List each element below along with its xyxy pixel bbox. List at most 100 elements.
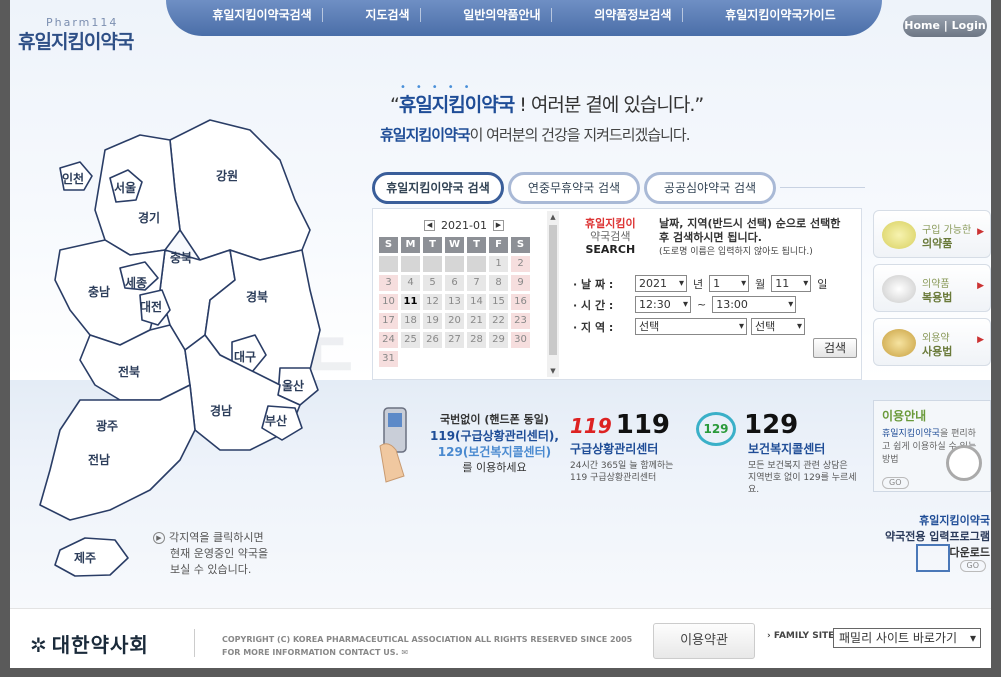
calendar-day[interactable]: 28 [467, 332, 486, 348]
mail-icon[interactable]: ✉ [401, 648, 408, 657]
calendar-month: 2021-01 [441, 218, 487, 232]
magnifier-icon [946, 445, 982, 481]
calendar-day[interactable]: 5 [423, 275, 442, 291]
calendar-day[interactable]: 31 [379, 351, 398, 367]
label-chungnam: 충남 [88, 284, 110, 299]
family-site-select[interactable]: 패밀리 사이트 바로가기 [833, 628, 981, 648]
label-busan: 부산 [265, 413, 287, 428]
slogan-line1: “휴일지킴이약국 ! 여러분 곁에 있습니다.” [390, 94, 704, 116]
label-sejong: 세종 [125, 275, 147, 290]
calendar-day[interactable]: 22 [489, 313, 508, 329]
calendar-day[interactable]: 20 [445, 313, 464, 329]
time-from-select[interactable]: 12:30 [635, 296, 691, 313]
home-login-button[interactable]: Home | Login [903, 15, 987, 37]
calendar-day[interactable]: 11 [401, 294, 420, 310]
next-month-icon[interactable]: ▶ [492, 219, 504, 231]
copyright: COPYRIGHT (C) KOREA PHARMACEUTICAL ASSOC… [222, 635, 633, 657]
tab-holiday-search[interactable]: 휴일지킴이약국 검색 [372, 172, 504, 204]
calendar-day[interactable]: 17 [379, 313, 398, 329]
region-gangwon[interactable] [169, 119, 311, 261]
time-to-select[interactable]: 13:00 [712, 296, 797, 313]
scroll-up-icon[interactable]: ▲ [547, 211, 559, 223]
site-logo[interactable]: Pharm114 휴일지킴이약국 [18, 16, 134, 54]
nav-general-drugs[interactable]: 일반의약품안내 [453, 8, 552, 22]
region2-select[interactable]: 선택 [751, 318, 805, 335]
top-nav: 휴일지킴이약국검색 지도검색 일반의약품안내 의약품정보검색 휴일지킴이약국가이… [166, 0, 882, 36]
calendar-weekday: W [445, 237, 464, 253]
nav-guide[interactable]: 휴일지킴이약국가이드 [715, 8, 845, 22]
calendar-scrollbar[interactable]: ▲ ▼ [547, 211, 559, 377]
side-dosage[interactable]: 의약품 복용법 ▶ [873, 264, 991, 312]
calendar-empty-cell [379, 256, 398, 272]
nav-drug-info[interactable]: 의약품정보검색 [584, 8, 683, 22]
calendar-day[interactable]: 14 [467, 294, 486, 310]
program-go-button[interactable]: GO [959, 560, 986, 572]
scroll-down-icon[interactable]: ▼ [547, 365, 559, 377]
phone-hand-icon [379, 407, 407, 483]
date-row: · 날 짜 : 2021 년 1 월 11 일 [573, 275, 833, 292]
region1-select[interactable]: 선택 [635, 318, 747, 335]
calendar-weekday: T [423, 237, 442, 253]
tab-night-search[interactable]: 공공심야약국 검색 [644, 172, 776, 204]
label-jeonbuk: 전북 [118, 364, 140, 379]
calendar-grid: S M T W T F S 1 2 3 4 5 6 7 8 9 10 11 12 13 14 15 16 17 18 19 20 21… [379, 237, 549, 367]
calendar-day[interactable]: 10 [379, 294, 398, 310]
download-icon [916, 544, 950, 572]
year-select[interactable]: 2021 [635, 275, 687, 292]
calendar-day[interactable]: 30 [511, 332, 530, 348]
calendar-day[interactable]: 3 [379, 275, 398, 291]
calendar-day[interactable]: 26 [423, 332, 442, 348]
prev-month-icon[interactable]: ◀ [424, 219, 436, 231]
family-site-label: › FAMILY SITE [767, 631, 835, 641]
calendar-day[interactable]: 12 [423, 294, 442, 310]
calendar-day[interactable]: 19 [423, 313, 442, 329]
tab-allyear-search[interactable]: 연중무휴약국 검색 [508, 172, 640, 204]
calendar-day[interactable]: 21 [467, 313, 486, 329]
terms-button[interactable]: 이용약관 [653, 623, 755, 659]
month-select[interactable]: 1 [709, 275, 750, 292]
calendar-header: ◀ 2021-01 ▶ [379, 217, 549, 233]
side-purchasable-drugs[interactable]: 구입 가능한 의약품 ▶ [873, 210, 991, 258]
kpa-logo[interactable]: ✲ 대한약사회 [30, 629, 149, 658]
calendar-day[interactable]: 27 [445, 332, 464, 348]
calendar-day[interactable]: 7 [467, 275, 486, 291]
calendar-day[interactable]: 8 [489, 275, 508, 291]
welfare-129[interactable]: 129 129 보건복지콜센터 모든 보건복지 관련 상담은 지역번호 없이 1… [696, 410, 866, 496]
calendar-day[interactable]: 6 [445, 275, 464, 291]
calendar-weekday: S [379, 237, 398, 253]
calendar-day[interactable]: 16 [511, 294, 530, 310]
calendar-empty-cell [445, 256, 464, 272]
map-note: ▶ 각지역을 클릭하시면 현재 운영중인 약국을 보실 수 있습니다. [153, 530, 268, 578]
calendar-day[interactable]: 29 [489, 332, 508, 348]
calendar-day[interactable]: 24 [379, 332, 398, 348]
usage-guide-box[interactable]: 이용안내 휴일지킴이약국을 편리하고 쉽게 이용하실 수 있는 방법 GO [873, 400, 991, 492]
calendar-day[interactable]: 9 [511, 275, 530, 291]
footer-divider [194, 629, 195, 657]
calendar-empty-cell [423, 256, 442, 272]
slogan-line2: 휴일지킴이약국이 여러분의 건강을 지켜드리겠습니다. [380, 126, 690, 144]
program-download[interactable]: 휴일지킴이약국 약국전용 입력프로그램 다운로드 GO [870, 512, 990, 572]
calendar-day[interactable]: 13 [445, 294, 464, 310]
calendar-day[interactable]: 23 [511, 313, 530, 329]
nav-holiday-search[interactable]: 휴일지킴이약국검색 [202, 8, 323, 22]
scroll-thumb[interactable] [549, 225, 557, 355]
calendar-day[interactable]: 1 [489, 256, 508, 272]
play-icon: ▶ [153, 532, 165, 544]
search-badge: 휴일지킴이 약국검색 SEARCH [585, 217, 636, 256]
region-jeonnam[interactable] [39, 384, 196, 521]
mortar-icon [882, 275, 916, 303]
usage-go-button[interactable]: GO [882, 477, 909, 489]
emergency-119[interactable]: 119 119 구급상황관리센터 24시간 365일 늘 함께하는 119 구급상… [570, 410, 690, 484]
day-select[interactable]: 11 [771, 275, 812, 292]
calendar-day[interactable]: 25 [401, 332, 420, 348]
calendar-day[interactable]: 15 [489, 294, 508, 310]
calendar-day[interactable]: 2 [511, 256, 530, 272]
label-chungbuk: 충북 [170, 250, 192, 265]
search-tabs: 휴일지킴이약국 검색 연중무휴약국 검색 공공심야약국 검색 [372, 172, 776, 204]
kpa-emblem-icon: ✲ [30, 633, 48, 657]
side-external-use[interactable]: 외용약 사용법 ▶ [873, 318, 991, 366]
calendar-day[interactable]: 4 [401, 275, 420, 291]
nav-map-search[interactable]: 지도검색 [355, 8, 421, 22]
calendar-day[interactable]: 18 [401, 313, 420, 329]
search-button[interactable]: 검색 [813, 338, 857, 358]
